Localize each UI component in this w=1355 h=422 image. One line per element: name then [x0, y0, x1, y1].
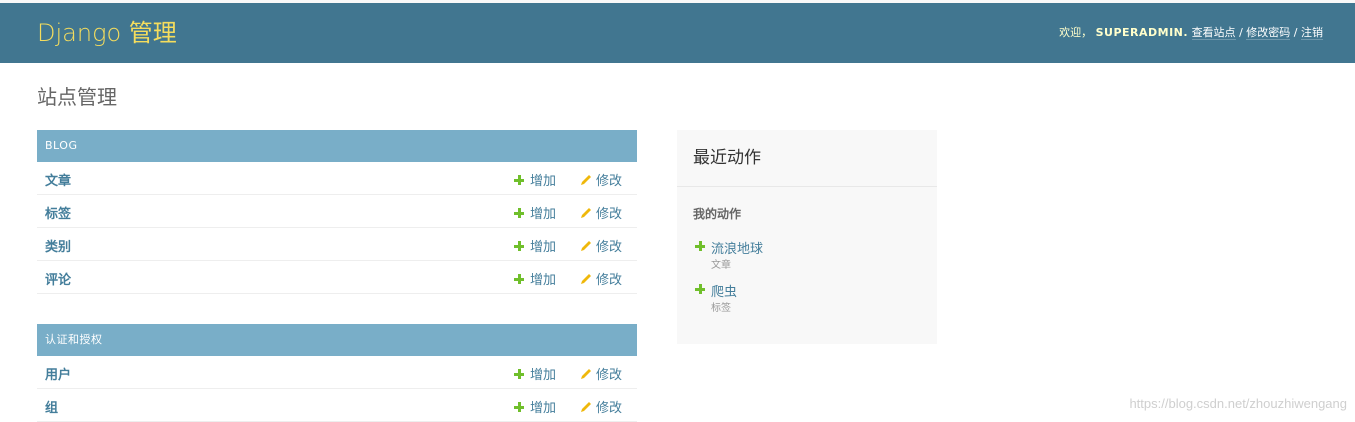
add-link[interactable]: 增加: [514, 170, 556, 189]
change-label: 修改: [596, 174, 623, 189]
add-link[interactable]: 增加: [514, 397, 556, 416]
add-label: 增加: [530, 240, 557, 255]
model-link[interactable]: 标签: [45, 203, 71, 222]
plus-icon: [695, 284, 705, 294]
add-link[interactable]: 增加: [514, 236, 556, 255]
model-row: 用户 增加 修改: [37, 356, 637, 389]
pencil-icon: [581, 274, 591, 284]
add-icon: [514, 274, 524, 284]
recent-action-type: 文章: [711, 260, 731, 271]
model-row: 类别 增加 修改: [37, 228, 637, 261]
model-link[interactable]: 文章: [45, 170, 71, 189]
pencil-icon: [581, 241, 591, 251]
add-icon: [514, 175, 524, 185]
change-label: 修改: [596, 368, 623, 383]
pencil-icon: [581, 175, 591, 185]
view-site-link[interactable]: 查看站点: [1191, 26, 1236, 40]
plus-icon: [695, 241, 705, 251]
add-icon: [514, 369, 524, 379]
pencil-icon: [581, 402, 591, 412]
change-label: 修改: [596, 207, 623, 222]
change-link[interactable]: 修改: [580, 203, 622, 222]
welcome-text: 欢迎，: [1059, 26, 1093, 39]
app-module-blog: BLOG 文章 增加 修改 标签 增加 修改 类别 增加 修改 评论 增加 修改: [37, 130, 637, 294]
separator: /: [1239, 26, 1243, 39]
change-link[interactable]: 修改: [580, 170, 622, 189]
model-row: 评论 增加 修改: [37, 261, 637, 294]
username: SUPERADMIN.: [1095, 26, 1189, 39]
model-link[interactable]: 评论: [45, 269, 71, 288]
change-link[interactable]: 修改: [580, 269, 622, 288]
change-label: 修改: [596, 401, 623, 416]
add-label: 增加: [530, 273, 557, 288]
pencil-icon: [581, 208, 591, 218]
recent-action-type: 标签: [711, 303, 731, 314]
change-link[interactable]: 修改: [580, 236, 622, 255]
add-link[interactable]: 增加: [514, 203, 556, 222]
change-label: 修改: [596, 273, 623, 288]
add-icon: [514, 208, 524, 218]
model-row: 标签 增加 修改: [37, 195, 637, 228]
add-label: 增加: [530, 368, 557, 383]
module-caption[interactable]: 认证和授权: [37, 324, 637, 356]
app-module-auth: 认证和授权 用户 增加 修改 组 增加 修改: [37, 324, 637, 422]
user-tools: 欢迎， SUPERADMIN. 查看站点 / 修改密码 / 注销: [1059, 25, 1323, 41]
site-branding[interactable]: Django 管理: [37, 18, 177, 48]
change-password-link[interactable]: 修改密码: [1246, 26, 1291, 40]
logout-link[interactable]: 注销: [1301, 26, 1323, 40]
change-label: 修改: [596, 240, 623, 255]
recent-action-link[interactable]: 爬虫: [711, 281, 737, 300]
module-caption[interactable]: BLOG: [37, 130, 637, 162]
recent-action-link[interactable]: 流浪地球: [711, 238, 763, 257]
model-link[interactable]: 组: [45, 397, 58, 416]
pencil-icon: [581, 369, 591, 379]
add-link[interactable]: 增加: [514, 364, 556, 383]
add-label: 增加: [530, 401, 557, 416]
recent-actions-title: 最近动作: [693, 148, 761, 168]
change-link[interactable]: 修改: [580, 397, 622, 416]
add-link[interactable]: 增加: [514, 269, 556, 288]
add-icon: [514, 402, 524, 412]
watermark-text: https://blog.csdn.net/zhouzhiwengang: [1129, 396, 1347, 411]
change-link[interactable]: 修改: [580, 364, 622, 383]
recent-actions-panel: 最近动作 我的动作 流浪地球 文章 爬虫 标签: [677, 130, 937, 344]
model-link[interactable]: 类别: [45, 236, 71, 255]
add-label: 增加: [530, 207, 557, 222]
model-row: 文章 增加 修改: [37, 162, 637, 195]
model-row: 组 增加 修改: [37, 389, 637, 422]
add-label: 增加: [530, 174, 557, 189]
header-bar: Django 管理 欢迎， SUPERADMIN. 查看站点 / 修改密码 / …: [0, 3, 1355, 63]
page-title: 站点管理: [37, 85, 117, 109]
divider: [677, 186, 937, 187]
my-actions-heading: 我的动作: [693, 207, 742, 221]
add-icon: [514, 241, 524, 251]
separator: /: [1293, 26, 1298, 39]
model-link[interactable]: 用户: [45, 364, 71, 383]
